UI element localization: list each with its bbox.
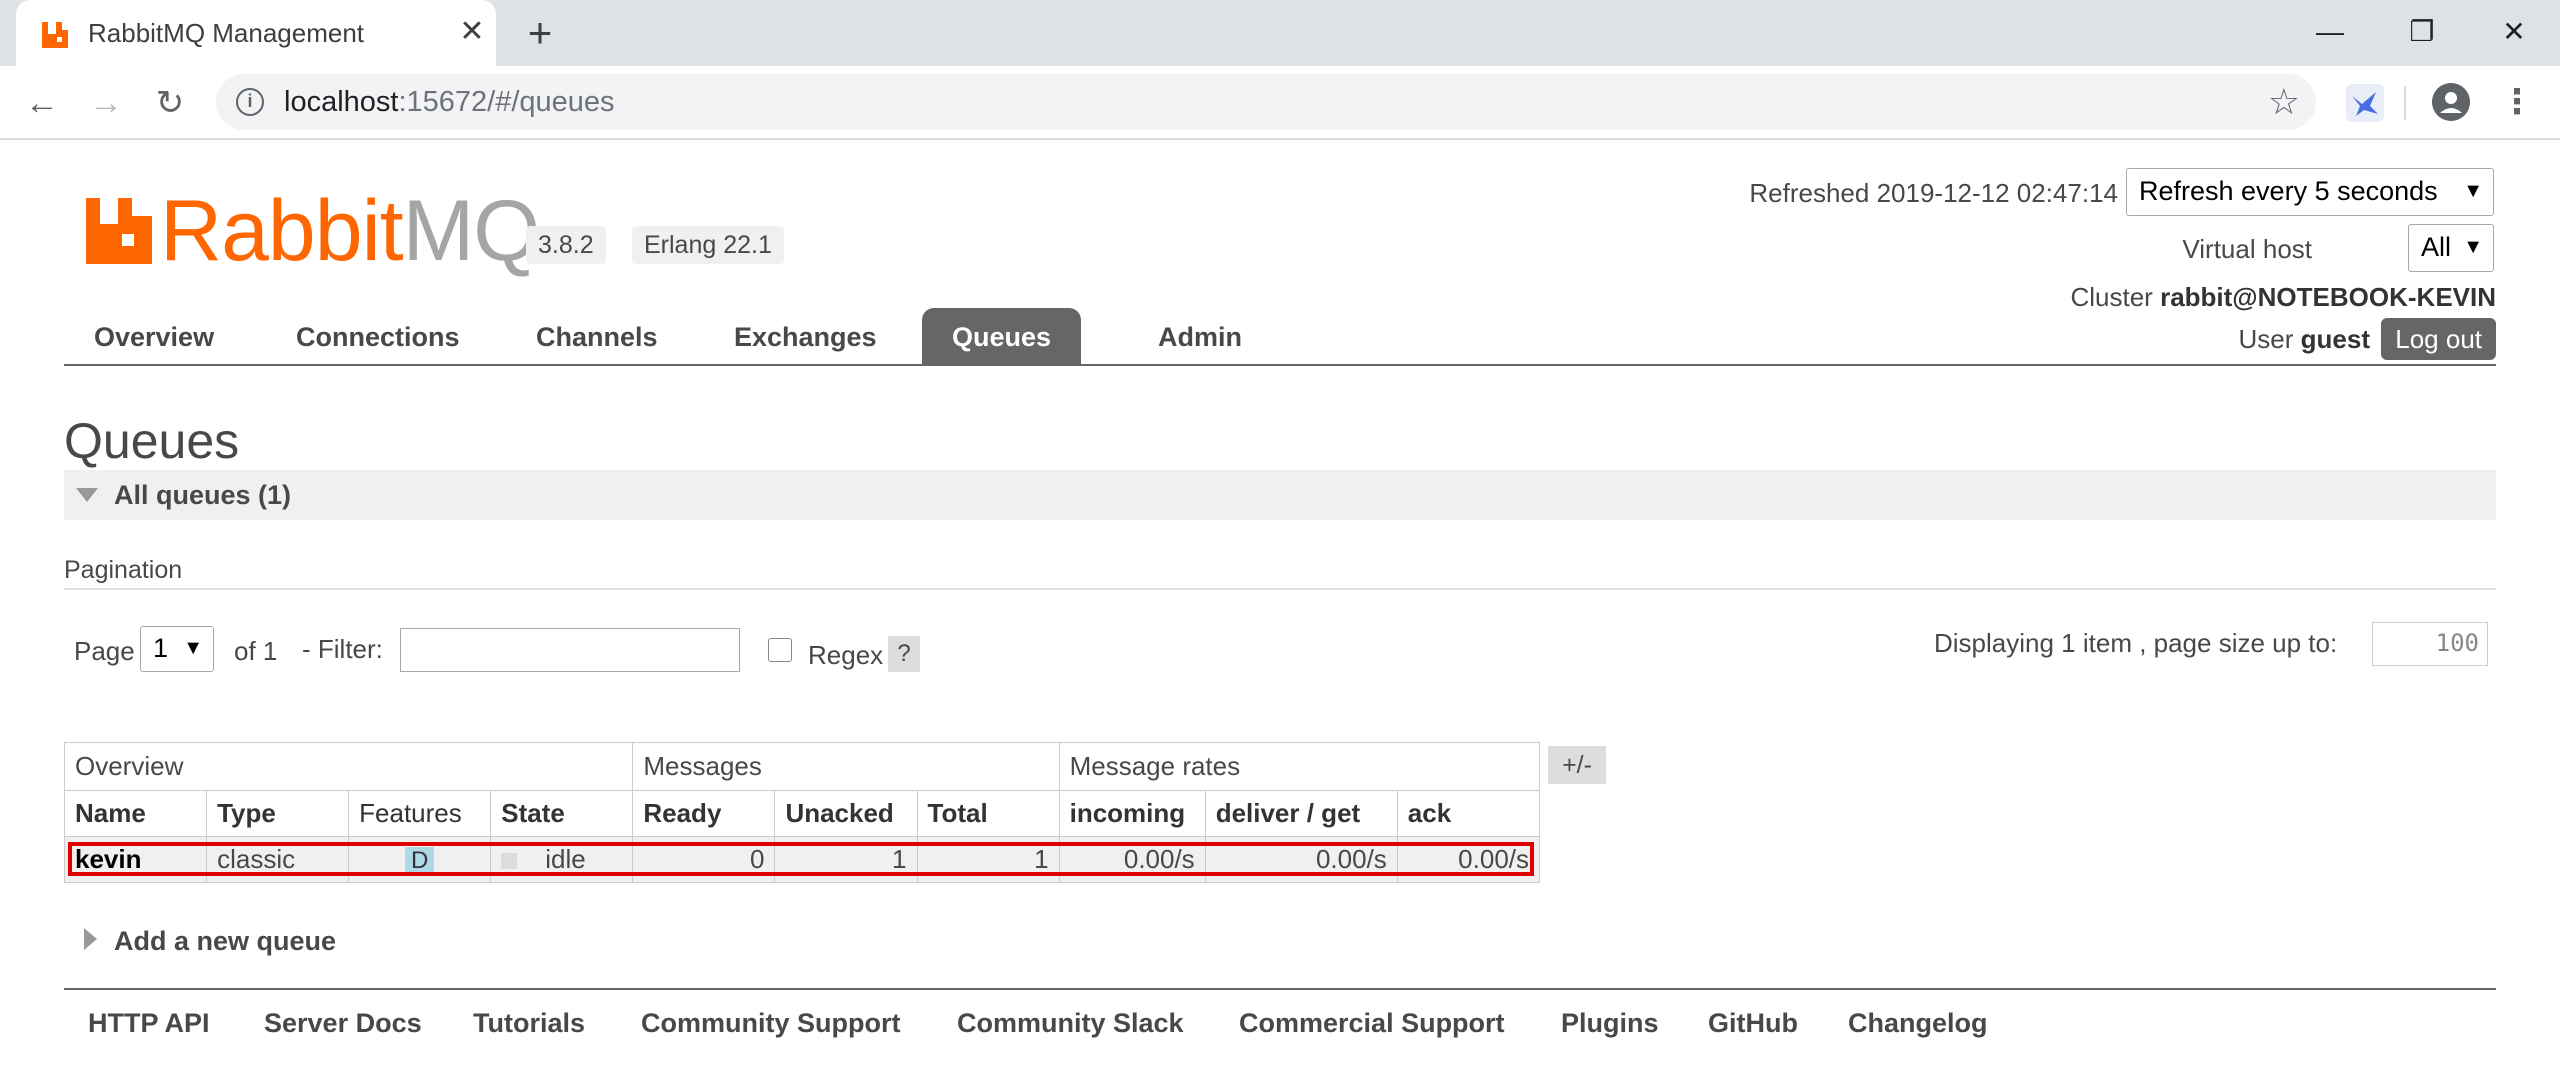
collapse-triangle-icon — [76, 488, 98, 502]
group-header-messages: Messages — [632, 742, 1060, 791]
minimize-icon[interactable]: — — [2300, 6, 2360, 58]
bookmark-star-icon[interactable]: ☆ — [2268, 82, 2300, 122]
virtual-host-label: Virtual host — [2182, 234, 2312, 264]
columns-toggle-button[interactable]: +/- — [1548, 746, 1606, 784]
page-count: of 1 — [234, 636, 278, 666]
footer-link-github[interactable]: GitHub — [1708, 1008, 1798, 1039]
rabbitmq-logo[interactable]: RabbitMQ — [86, 183, 540, 279]
column-header-features: Features — [348, 790, 492, 837]
erlang-badge: Erlang 22.1 — [632, 226, 784, 264]
column-header-total[interactable]: Total — [916, 790, 1060, 837]
column-header-state[interactable]: State — [490, 790, 634, 837]
regex-help-button[interactable]: ? — [888, 636, 920, 672]
extension-bird-icon[interactable] — [2346, 84, 2384, 122]
toolbar-separator — [2404, 86, 2406, 120]
footer-link-changelog[interactable]: Changelog — [1848, 1008, 1988, 1039]
browser-tabbar: RabbitMQ Management ✕ + — ❐ ✕ — [0, 0, 2560, 66]
footer-divider — [64, 988, 2496, 990]
browser-tab[interactable]: RabbitMQ Management ✕ — [16, 0, 496, 66]
column-header-deliver-get[interactable]: deliver / get — [1204, 790, 1398, 837]
footer-link-http-api[interactable]: HTTP API — [88, 1008, 210, 1039]
page-size-input[interactable]: 100 — [2372, 622, 2488, 666]
footer-link-commercial-support[interactable]: Commercial Support — [1239, 1008, 1505, 1039]
tab-overview[interactable]: Overview — [64, 308, 244, 366]
tab-exchanges[interactable]: Exchanges — [704, 308, 907, 366]
chevron-down-icon: ▼ — [2463, 180, 2483, 202]
new-tab-icon[interactable]: + — [518, 12, 562, 56]
refresh-interval-select[interactable]: Refresh every 5 seconds ▼ — [2126, 168, 2494, 216]
forward-icon[interactable]: → — [84, 81, 128, 125]
rabbitmq-favicon-icon — [42, 22, 68, 48]
tab-channels[interactable]: Channels — [506, 308, 688, 366]
page-select[interactable]: 1 ▼ — [140, 626, 214, 672]
rabbitmq-logo-mark-icon — [86, 198, 152, 264]
close-window-icon[interactable]: ✕ — [2484, 6, 2544, 58]
main-nav: Overview Connections Channels Exchanges … — [64, 308, 2496, 366]
group-header-message-rates: Message rates — [1058, 742, 1541, 791]
rabbitmq-page: RabbitMQ 3.8.2 Erlang 22.1 Refreshed 201… — [0, 142, 2560, 1074]
filter-input[interactable] — [400, 628, 740, 672]
expand-triangle-icon[interactable] — [84, 928, 97, 950]
displaying-text: Displaying 1 item , page size up to: — [1934, 628, 2338, 658]
tab-close-icon[interactable]: ✕ — [454, 14, 490, 50]
page-label: Page — [74, 636, 135, 666]
refreshed-timestamp: Refreshed 2019-12-12 02:47:14 — [1749, 178, 2118, 208]
regex-label: Regex — [808, 640, 884, 670]
address-bar[interactable]: i localhost:15672/#/queues ☆ — [216, 74, 2316, 130]
logo-wordmark: RabbitMQ — [160, 183, 540, 279]
profile-avatar-icon[interactable] — [2432, 83, 2470, 121]
column-header-unacked[interactable]: Unacked — [774, 790, 918, 837]
tab-queues[interactable]: Queues — [922, 308, 1082, 366]
group-header-overview: Overview — [63, 742, 634, 791]
divider — [64, 588, 2496, 590]
url-text[interactable]: localhost:15672/#/queues — [284, 86, 615, 119]
column-header-type[interactable]: Type — [206, 790, 350, 837]
column-header-incoming[interactable]: incoming — [1058, 790, 1206, 837]
column-header-ready[interactable]: Ready — [632, 790, 776, 837]
column-header-name[interactable]: Name — [63, 790, 208, 837]
site-info-icon[interactable]: i — [236, 88, 264, 116]
reload-icon[interactable]: ↻ — [148, 81, 192, 125]
restore-icon[interactable]: ❐ — [2392, 6, 2452, 58]
tab-admin[interactable]: Admin — [1128, 308, 1272, 366]
regex-checkbox[interactable] — [768, 638, 792, 662]
all-queues-section-toggle[interactable]: All queues (1) — [64, 470, 2496, 520]
version-badge: 3.8.2 — [526, 226, 606, 264]
virtual-host-select[interactable]: All ▼ — [2408, 224, 2494, 272]
tab-title: RabbitMQ Management — [88, 18, 365, 48]
chevron-down-icon: ▼ — [2463, 236, 2483, 258]
browser-menu-icon[interactable]: ⋮ — [2500, 80, 2534, 124]
footer-link-community-slack[interactable]: Community Slack — [957, 1008, 1184, 1039]
chevron-down-icon: ▼ — [183, 637, 203, 659]
row-highlight-box — [68, 842, 1534, 876]
page-title: Queues — [64, 413, 240, 469]
section-title: All queues (1) — [114, 480, 292, 510]
browser-toolbar: ← → ↻ i localhost:15672/#/queues ☆ ⋮ — [0, 66, 2560, 140]
footer-link-tutorials[interactable]: Tutorials — [473, 1008, 585, 1039]
filter-label: - Filter: — [302, 634, 383, 664]
column-header-ack[interactable]: ack — [1396, 790, 1541, 837]
footer-link-community-support[interactable]: Community Support — [641, 1008, 900, 1039]
tab-connections[interactable]: Connections — [266, 308, 490, 366]
add-queue-toggle[interactable]: Add a new queue — [114, 926, 336, 957]
back-icon[interactable]: ← — [20, 81, 64, 125]
footer-link-plugins[interactable]: Plugins — [1561, 1008, 1659, 1039]
pagination-label: Pagination — [64, 556, 183, 584]
footer-link-server-docs[interactable]: Server Docs — [264, 1008, 422, 1039]
